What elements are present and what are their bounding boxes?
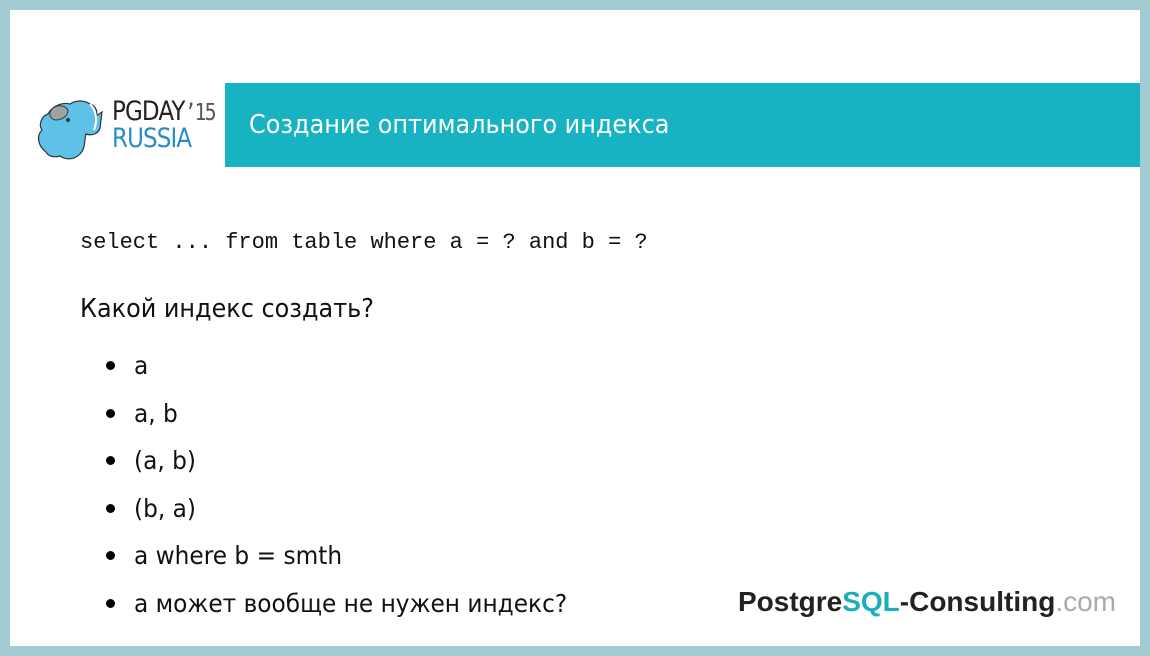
elephant-icon — [37, 100, 103, 160]
list-item: a, b — [106, 390, 600, 438]
pgday-logo: PGDAY’15 RUSSIA — [32, 90, 227, 170]
list-item: (b, a) — [106, 485, 600, 533]
bullet-icon — [106, 456, 115, 466]
sql-query: select ... from table where a = ? and b … — [80, 230, 648, 255]
logo-subtitle: RUSSIA — [112, 123, 192, 154]
list-item: a — [106, 342, 600, 390]
brand-logo: PostgreSQL-Consulting.com — [737, 586, 1116, 617]
bullet-icon — [106, 503, 115, 513]
question-text: Какой индекс создать? — [80, 294, 374, 324]
bullet-icon — [106, 408, 115, 418]
slide-title: Создание оптимального индекса — [249, 110, 670, 140]
options-list: a a, b (a, b) (b, a) a where b = smth а … — [106, 342, 600, 627]
list-item: а может вообще не нужен индекс? — [106, 580, 600, 628]
bullet-icon — [106, 551, 115, 561]
slide: PGDAY’15 RUSSIA Создание оптимального ин… — [10, 10, 1140, 646]
list-item: (a, b) — [106, 437, 600, 485]
title-bar: Создание оптимального индекса — [225, 83, 1140, 167]
bullet-icon — [106, 598, 115, 608]
list-item: a where b = smth — [106, 532, 600, 580]
bullet-icon — [106, 361, 115, 371]
